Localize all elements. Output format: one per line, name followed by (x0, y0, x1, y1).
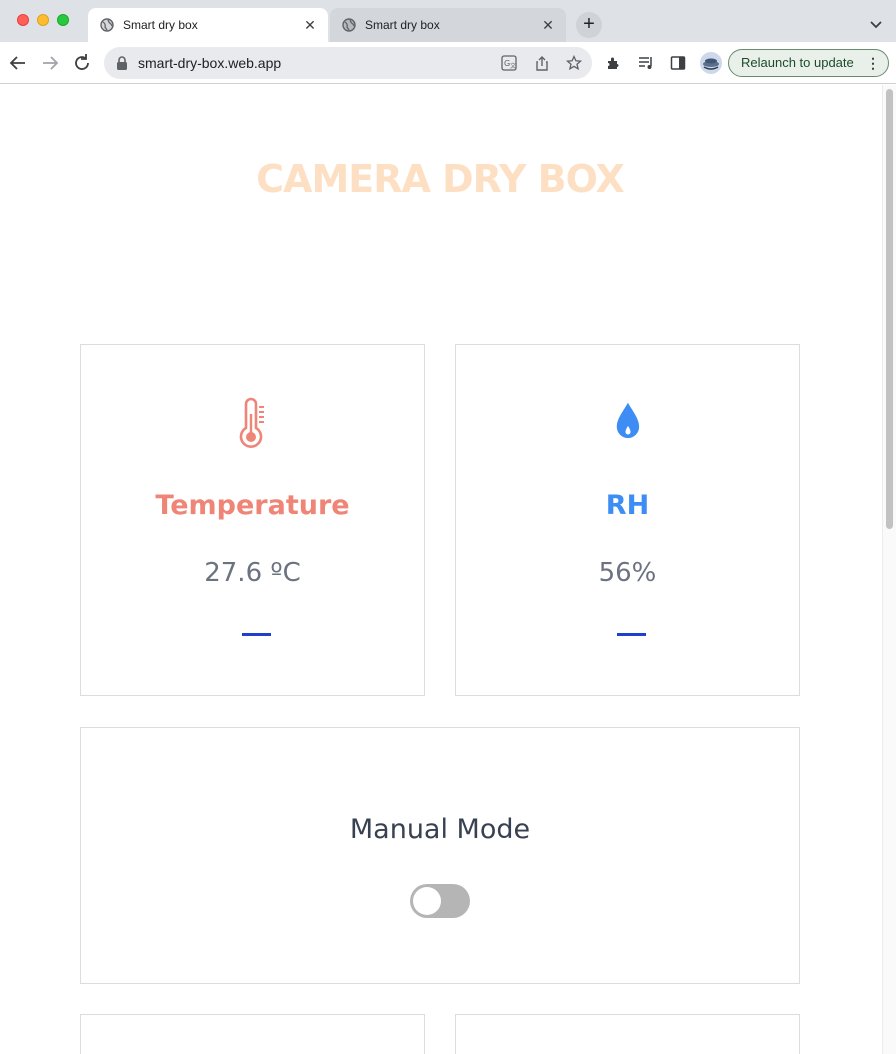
tab-inactive[interactable]: Smart dry box ✕ (330, 8, 566, 42)
lower-left-card (80, 1014, 425, 1054)
new-tab-button[interactable]: + (576, 12, 602, 38)
tab-active[interactable]: Smart dry box ✕ (88, 8, 328, 42)
card-divider (617, 633, 646, 636)
reload-icon[interactable] (70, 51, 94, 75)
toggle-knob (413, 887, 441, 915)
share-icon[interactable] (534, 55, 550, 71)
back-arrow-icon[interactable] (6, 51, 30, 75)
manual-mode-toggle[interactable] (410, 884, 470, 918)
manual-mode-label: Manual Mode (349, 814, 531, 845)
minimize-window-button[interactable] (37, 14, 49, 26)
side-panel-icon[interactable] (670, 55, 686, 71)
temperature-value: 27.6 ºC (204, 558, 301, 588)
profile-avatar[interactable] (700, 52, 722, 74)
temperature-label: Temperature (155, 490, 350, 521)
card-divider (242, 633, 271, 636)
forward-arrow-icon[interactable] (38, 51, 62, 75)
chevron-down-icon[interactable] (866, 14, 886, 34)
tab-strip: Smart dry box ✕ Smart dry box ✕ + (0, 0, 896, 42)
thermometer-icon (81, 397, 424, 449)
droplet-icon (456, 397, 799, 449)
tab-title: Smart dry box (365, 18, 440, 32)
page-title: CAMERA DRY BOX (256, 157, 625, 201)
page-viewport: CAMERA DRY BOX Temperature 27.6 ºC RH 56… (0, 85, 896, 1054)
address-bar[interactable]: smart-dry-box.web.app G文 (104, 47, 592, 79)
temperature-card: Temperature 27.6 ºC (80, 344, 425, 696)
lock-icon[interactable] (116, 56, 128, 70)
tab-title: Smart dry box (123, 18, 198, 32)
globe-icon (100, 18, 114, 32)
scrollbar-thumb[interactable] (886, 89, 893, 529)
close-icon[interactable]: ✕ (302, 17, 318, 33)
close-window-button[interactable] (17, 14, 29, 26)
humidity-card: RH 56% (455, 344, 800, 696)
relaunch-label: Relaunch to update (741, 55, 854, 70)
browser-toolbar: smart-dry-box.web.app G文 Relaunch to upd… (0, 42, 896, 84)
globe-icon (342, 18, 356, 32)
more-menu-icon[interactable]: ⋮ (866, 50, 880, 76)
close-icon[interactable]: ✕ (540, 17, 556, 33)
relaunch-to-update-button[interactable]: Relaunch to update ⋮ (728, 49, 889, 77)
bookmark-star-icon[interactable] (565, 54, 583, 71)
extensions-icon[interactable] (606, 55, 622, 71)
address-text[interactable]: smart-dry-box.web.app (138, 47, 281, 79)
manual-mode-card: Manual Mode (80, 727, 800, 984)
media-control-icon[interactable] (638, 55, 654, 71)
humidity-value: 56% (598, 558, 657, 588)
svg-text:文: 文 (510, 62, 516, 70)
maximize-window-button[interactable] (57, 14, 69, 26)
lower-right-card (455, 1014, 800, 1054)
humidity-label: RH (605, 490, 650, 521)
vertical-scrollbar[interactable] (882, 85, 896, 1054)
translate-icon[interactable]: G文 (501, 55, 517, 71)
